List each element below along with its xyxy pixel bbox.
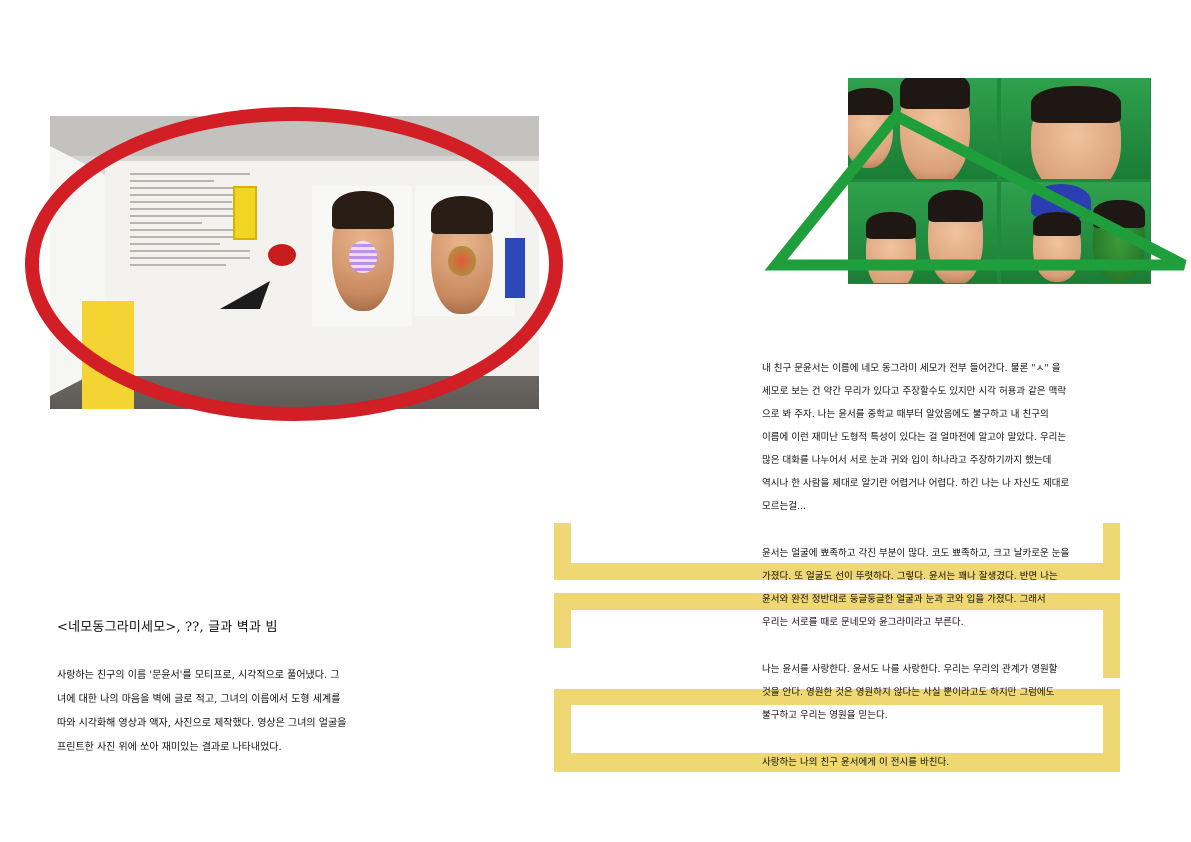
essay-line: 세모로 보는 건 약간 무리가 있다고 주장할수도 있지만 시각 허용과 같은 … [762, 386, 1067, 397]
red-circle-overlay [25, 107, 563, 421]
essay-paragraph: 나는 윤서를 사랑한다. 윤서도 나를 사랑한다. 우리는 우리의 관계가 영원… [762, 658, 1102, 727]
description-line: 프린트한 사진 위에 쏘아 재미있는 결과로 나타내었다. [57, 742, 282, 753]
essay-paragraph: 윤서는 얼굴에 뾰족하고 각진 부분이 많다. 코도 뾰족하고, 크고 날카로운… [762, 542, 1102, 634]
description-line: 사랑하는 친구의 이름 '문윤서'를 모티프로, 시각적으로 풀어냈다. 그 [57, 670, 340, 681]
green-triangle [764, 109, 1187, 271]
essay-paragraph: 내 친구 문윤서는 이름에 네모 동그라미 세모가 전부 들어간다. 물론 "ㅅ… [762, 357, 1102, 518]
description-line: 녀에 대한 나의 마음을 벽에 글로 적고, 그녀의 이름에서 도형 세계를 [57, 694, 341, 705]
description-line: 따와 시각화해 영상과 액자, 사진으로 제작했다. 영상은 그녀의 얼굴을 [57, 718, 347, 729]
essay-line: 우리는 서로를 때로 문네모와 윤그라미라고 부른다. [762, 617, 964, 628]
essay-line: 것을 안다. 영원한 것은 영원하지 않다는 사실 뿐이라고도 하지만 그럼에도 [762, 687, 1055, 698]
essay-line: 나는 윤서를 사랑한다. 윤서도 나를 사랑한다. 우리는 우리의 관계가 영원… [762, 664, 1058, 675]
essay-line: 윤서와 완전 정반대로 둥글둥글한 얼굴과 눈과 코와 입을 가졌다. 그래서 [762, 594, 1046, 605]
red-ellipse [25, 107, 563, 421]
essay-line: 모르는걸... [762, 501, 807, 512]
work-title: <네모동그라미세모>, ??, 글과 벽과 빔 [57, 620, 278, 635]
essay-line: 윤서는 얼굴에 뾰족하고 각진 부분이 많다. 코도 뾰족하고, 크고 날카로운… [762, 548, 1070, 559]
essay-line: 역시나 한 사람을 제대로 알기란 어렵거나 어렵다. 하긴 나는 나 자신도 … [762, 478, 1070, 489]
green-triangle-overlay [764, 109, 1187, 271]
essay-line: 사랑하는 나의 친구 윤서에게 이 전시를 바친다. [762, 757, 950, 768]
essay-paragraph: 사랑하는 나의 친구 윤서에게 이 전시를 바친다. [762, 751, 1102, 774]
essay-line: 으로 봐 주자. 나는 윤서를 중학교 때부터 알았음에도 불구하고 내 친구의 [762, 409, 1049, 420]
work-description: 사랑하는 친구의 이름 '문윤서'를 모티프로, 시각적으로 풀어냈다. 그 녀… [57, 664, 387, 760]
essay-line: 많은 대화를 나누어서 서로 눈과 귀와 입이 하나라고 주장하기까지 했는데 [762, 455, 1052, 466]
essay-line: 가졌다. 또 얼굴도 선이 뚜렷하다. 그렇다. 윤서는 꽤나 잘생겼다. 반면… [762, 571, 1058, 582]
essay-line: 이름에 이런 재미난 도형적 특성이 있다는 걸 얼마전에 알고야 말았다. 우… [762, 432, 1067, 443]
essay-line: 불구하고 우리는 영원을 믿는다. [762, 710, 888, 721]
essay-line: 내 친구 문윤서는 이름에 네모 동그라미 세모가 전부 들어간다. 물론 "ㅅ… [762, 363, 1061, 374]
essay: 내 친구 문윤서는 이름에 네모 동그라미 세모가 전부 들어간다. 물론 "ㅅ… [762, 357, 1102, 774]
